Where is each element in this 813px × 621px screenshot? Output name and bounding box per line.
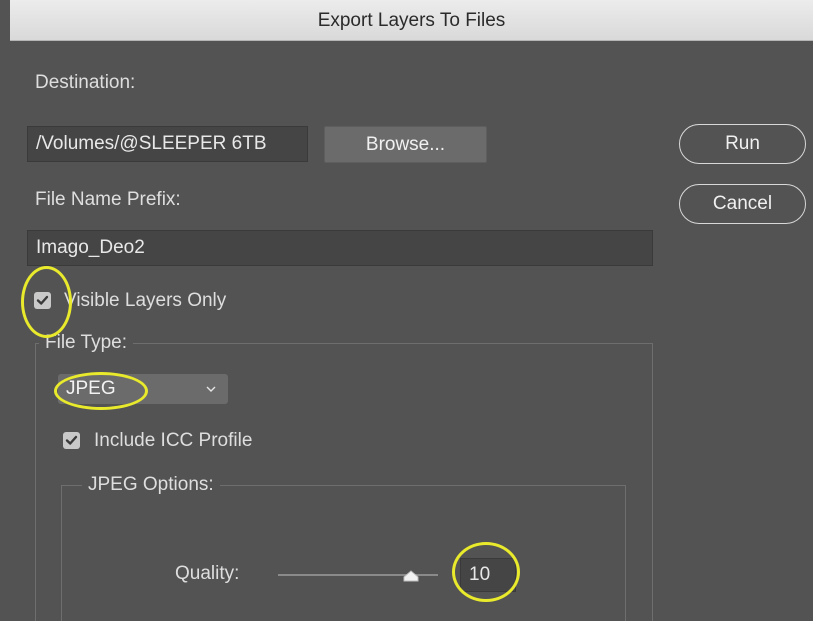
destination-path-field[interactable]: /Volumes/@SLEEPER 6TB — [27, 126, 308, 162]
file-type-legend: File Type: — [39, 332, 134, 354]
include-icc-profile-checkbox[interactable] — [63, 432, 80, 449]
run-button[interactable]: Run — [679, 124, 806, 164]
file-type-value: JPEG — [66, 378, 116, 399]
visible-layers-only-checkbox[interactable] — [34, 292, 51, 309]
quality-slider-thumb[interactable] — [403, 569, 419, 582]
quality-slider[interactable] — [278, 566, 438, 586]
cancel-button[interactable]: Cancel — [679, 184, 806, 224]
jpeg-options-legend: JPEG Options: — [82, 474, 220, 496]
file-name-prefix-field[interactable]: Imago_Deo2 — [27, 230, 653, 266]
visible-layers-only-label: Visible Layers Only — [64, 290, 227, 311]
export-layers-dialog: Export Layers To Files Destination: /Vol… — [0, 0, 813, 621]
title-bar: Export Layers To Files — [10, 0, 813, 41]
quality-value-field[interactable]: 10 — [460, 558, 516, 592]
file-type-select[interactable]: JPEG — [58, 374, 228, 404]
quality-label: Quality: — [175, 563, 240, 584]
include-icc-profile-label: Include ICC Profile — [94, 430, 253, 451]
checkmark-icon — [65, 435, 78, 445]
jpeg-options-group — [61, 485, 626, 621]
browse-button[interactable]: Browse... — [324, 126, 487, 163]
checkmark-icon — [36, 295, 49, 305]
window-title: Export Layers To Files — [317, 10, 506, 31]
file-name-prefix-label: File Name Prefix: — [35, 189, 181, 210]
destination-label: Destination: — [35, 72, 136, 93]
chevron-down-icon — [206, 386, 216, 392]
